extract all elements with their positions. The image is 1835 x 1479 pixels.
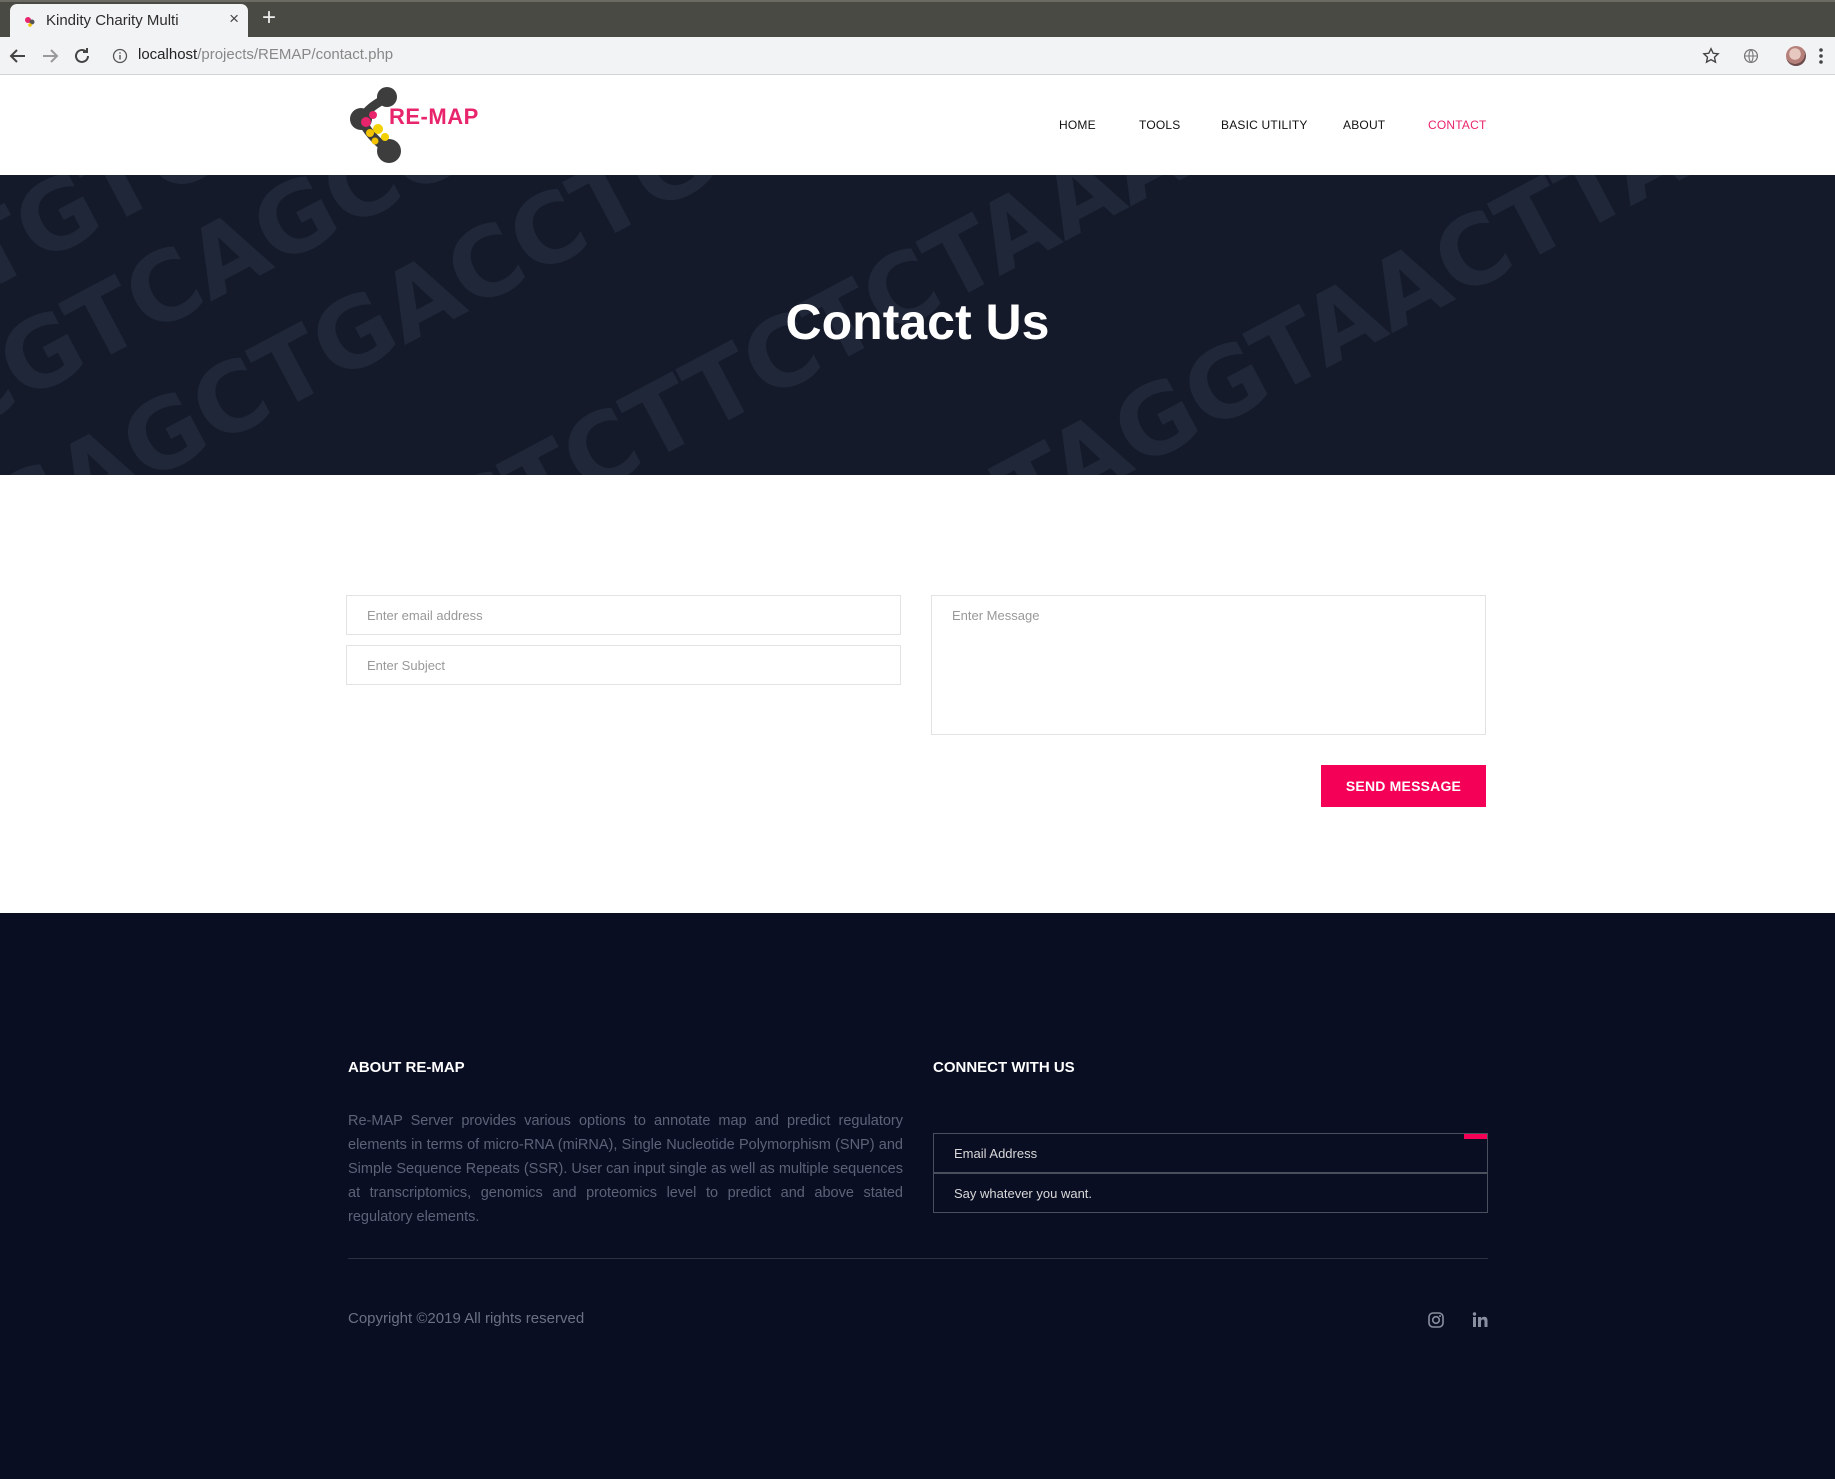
browser-tabstrip: Kindity Charity Multi × +: [0, 0, 1835, 37]
nav-tools[interactable]: TOOLS: [1139, 118, 1180, 132]
footer-about-heading: ABOUT RE-MAP: [348, 1059, 465, 1076]
newsletter-email-field[interactable]: [933, 1133, 1488, 1173]
hero-banner: TGTGCAACAGGT CGTCAGCGTCCGGTCCAGATGCGC GA…: [0, 175, 1835, 475]
url-host: localhost: [138, 46, 198, 63]
site-header: RE-MAP HOME TOOLS BASIC UTILITY ABOUT CO…: [0, 75, 1835, 175]
email-field[interactable]: [346, 595, 901, 635]
footer-divider: [348, 1258, 1488, 1259]
subject-field[interactable]: [346, 645, 901, 685]
nav-about[interactable]: ABOUT: [1343, 118, 1385, 132]
nav-contact[interactable]: CONTACT: [1428, 118, 1487, 132]
reload-icon[interactable]: [70, 44, 94, 68]
send-message-button[interactable]: SEND MESSAGE: [1321, 765, 1486, 807]
newsletter-message-field[interactable]: [933, 1173, 1488, 1213]
globe-extension-icon[interactable]: [1740, 45, 1762, 67]
message-textarea[interactable]: [931, 595, 1486, 735]
copyright-text: Copyright ©2019 All rights reserved: [348, 1310, 585, 1327]
site-info-icon[interactable]: [112, 48, 128, 64]
profile-avatar[interactable]: [1786, 46, 1806, 66]
forward-arrow-icon[interactable]: [38, 44, 62, 68]
contact-form-section: SEND MESSAGE: [0, 475, 1835, 913]
instagram-icon[interactable]: [1426, 1310, 1446, 1330]
page-title: Contact Us: [785, 294, 1050, 350]
bookmark-star-icon[interactable]: [1700, 45, 1722, 67]
menu-kebab-icon[interactable]: [1816, 45, 1826, 67]
footer-about-text: Re-MAP Server provides various options t…: [348, 1113, 903, 1225]
favicon-icon: [25, 17, 35, 27]
tab-title: Kindity Charity Multi: [46, 12, 179, 29]
browser-toolbar: localhost/projects/REMAP/contact.php: [0, 37, 1835, 75]
logo-wordmark[interactable]: RE-MAP: [389, 104, 479, 130]
url-path: /projects/REMAP/contact.php: [197, 46, 394, 63]
address-bar[interactable]: localhost/projects/REMAP/contact.php: [138, 46, 393, 63]
new-tab-button[interactable]: +: [262, 5, 276, 31]
site-footer: ABOUT RE-MAP Re-MAP Server provides vari…: [0, 913, 1835, 1479]
tab-close-icon[interactable]: ×: [229, 9, 239, 29]
footer-connect-heading: CONNECT WITH US: [933, 1059, 1075, 1076]
back-arrow-icon[interactable]: [6, 44, 30, 68]
browser-tab[interactable]: Kindity Charity Multi ×: [10, 4, 248, 37]
tabstrip-accent: [0, 0, 1835, 2]
nav-basic-utility[interactable]: BASIC UTILITY: [1221, 118, 1308, 132]
linkedin-icon[interactable]: [1470, 1310, 1490, 1330]
nav-home[interactable]: HOME: [1059, 118, 1096, 132]
